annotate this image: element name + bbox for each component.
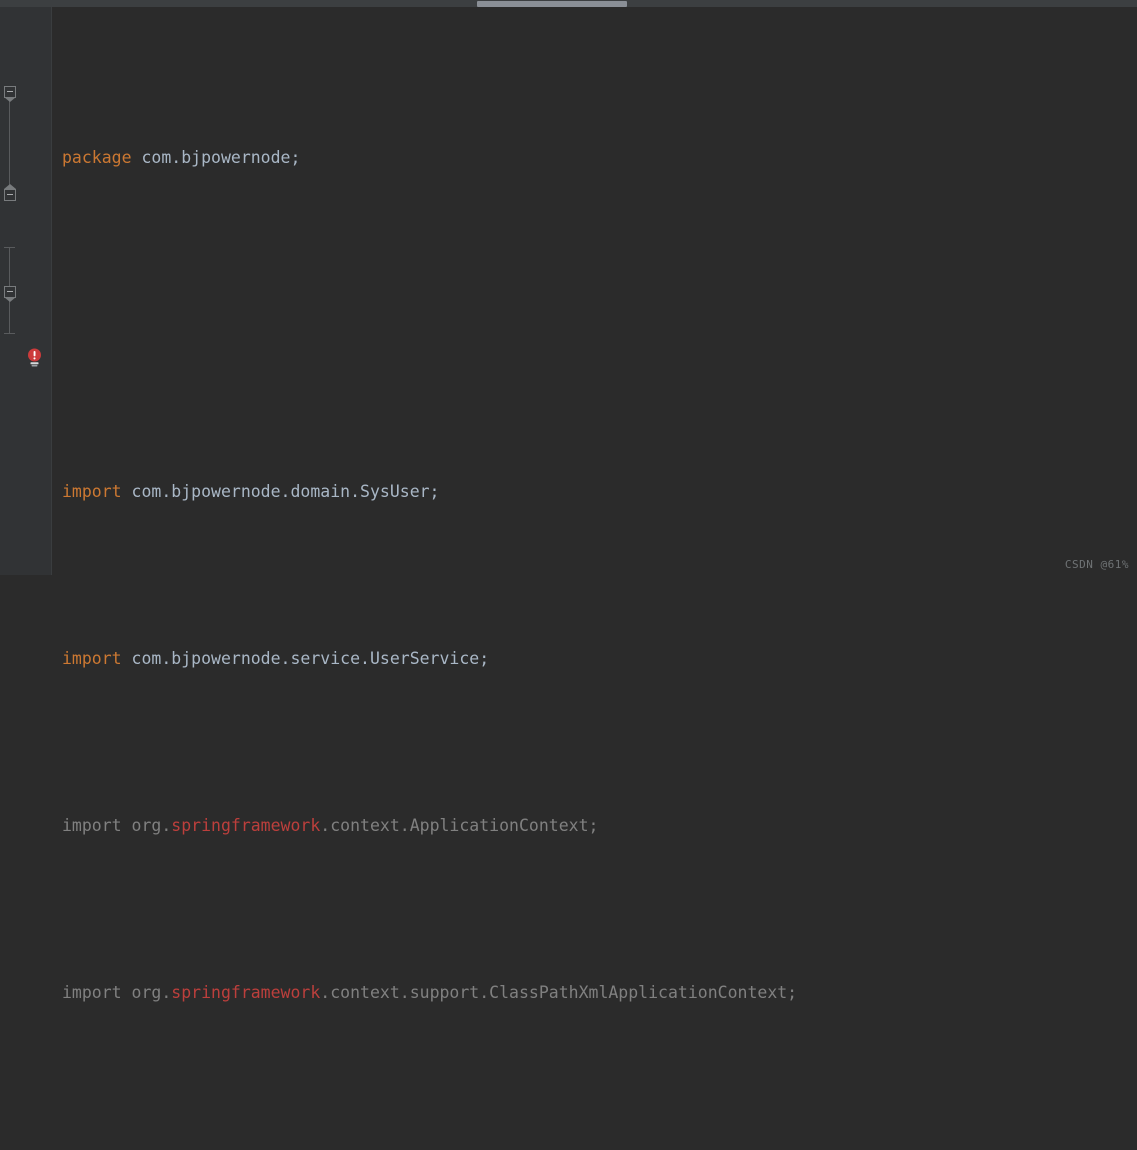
- code-line[interactable]: import com.bjpowernode.domain.SysUser;: [52, 475, 1137, 508]
- fold-spine-cap-bottom: [4, 333, 15, 334]
- token-keyword-unused: import: [62, 983, 122, 1002]
- fold-marker-imports-start[interactable]: [4, 86, 16, 98]
- token-import-path: org.: [122, 983, 172, 1002]
- token-keyword-unused: import: [62, 816, 122, 835]
- fold-marker-main-method[interactable]: [4, 286, 16, 298]
- token-import-path: com.bjpowernode.service.UserService;: [122, 649, 490, 668]
- fold-spine-cap-top: [4, 247, 15, 248]
- token-unresolved-package: springframework: [171, 816, 320, 835]
- token-package-name: com.bjpowernode;: [132, 148, 301, 167]
- code-line[interactable]: import com.bjpowernode.service.UserServi…: [52, 642, 1137, 675]
- token-import-path: .context.ApplicationContext;: [320, 816, 598, 835]
- code-editor[interactable]: package com.bjpowernode; import com.bjpo…: [0, 7, 1137, 575]
- code-line-blank[interactable]: [52, 308, 1137, 341]
- code-line[interactable]: import org.springframework.context.Appli…: [52, 809, 1137, 842]
- code-line[interactable]: package com.bjpowernode;: [52, 141, 1137, 174]
- error-bulb-icon[interactable]: [26, 348, 43, 367]
- token-unresolved-package: springframework: [171, 983, 320, 1002]
- horizontal-scrollbar-track[interactable]: [0, 0, 1137, 7]
- token-keyword: import: [62, 482, 122, 501]
- token-import-path: com.bjpowernode.domain.SysUser;: [122, 482, 440, 501]
- fold-marker-imports-end[interactable]: [4, 189, 16, 201]
- code-content[interactable]: package com.bjpowernode; import com.bjpo…: [52, 7, 1137, 575]
- code-line-blank[interactable]: [52, 1143, 1137, 1150]
- token-import-path: .context.support.ClassPathXmlApplication…: [320, 983, 797, 1002]
- token-keyword: import: [62, 649, 122, 668]
- csdn-watermark: CSDN @61%: [1065, 558, 1129, 571]
- code-line[interactable]: import org.springframework.context.suppo…: [52, 976, 1137, 1009]
- token-import-path: org.: [122, 816, 172, 835]
- token-keyword: package: [62, 148, 132, 167]
- fold-region-spine: [9, 93, 10, 196]
